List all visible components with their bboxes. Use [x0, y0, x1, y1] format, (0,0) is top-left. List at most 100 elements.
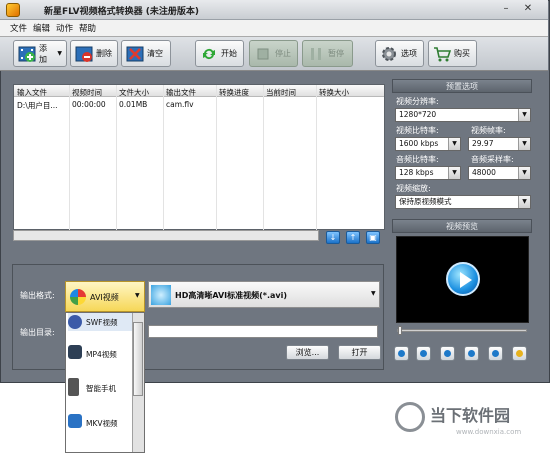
swf-icon [68, 315, 82, 329]
add-button[interactable]: 添加 ▼ [13, 40, 67, 67]
profile-value: HD高清晰AVI标准视频(*.avi) [175, 291, 288, 300]
stop-button[interactable]: 停止 [249, 40, 298, 67]
scale-select[interactable]: 保持原视频模式 ▼ [395, 195, 531, 209]
audio-bitrate-label: 音频比特率: [396, 155, 439, 164]
volume-icon[interactable] [464, 346, 479, 361]
table-cell[interactable]: 0.01MB [119, 100, 147, 109]
browse-button[interactable]: 浏览... [286, 345, 329, 360]
menu-edit[interactable]: 编辑 [33, 22, 50, 34]
minimize-icon[interactable]: – [498, 3, 514, 16]
film-delete-icon [75, 46, 93, 62]
samplerate-label: 音频采样率: [471, 155, 514, 164]
menu-help[interactable]: 帮助 [79, 22, 96, 34]
framerate-label: 视频帧率: [471, 126, 506, 135]
player-stop-icon[interactable] [440, 346, 455, 361]
audio-bitrate-value: 128 kbps [399, 168, 434, 177]
framerate-select[interactable]: 29.97 ▼ [468, 137, 531, 151]
output-dir-input[interactable] [148, 325, 378, 338]
menu-action[interactable]: 动作 [56, 22, 73, 34]
video-bitrate-select[interactable]: 1600 kbps ▼ [395, 137, 461, 151]
resolution-select[interactable]: 1280*720 ▼ [395, 108, 531, 122]
column-header[interactable]: 输入文件 [17, 87, 47, 98]
snapshot-icon[interactable] [488, 346, 503, 361]
file-list[interactable]: 输入文件 视频时间 文件大小 输出文件 转换进度 当前时间 转换大小 D:\用户… [13, 84, 385, 231]
start-button[interactable]: 开始 [195, 40, 244, 67]
copy-icon[interactable]: ▣ [366, 231, 380, 244]
audio-bitrate-select[interactable]: 128 kbps ▼ [395, 166, 461, 180]
dropdown-item-mp4[interactable]: MP4视频 [68, 345, 132, 363]
delete-button[interactable]: 删除 [70, 40, 118, 67]
clear-button[interactable]: 清空 [121, 40, 171, 67]
output-format-label: 输出格式: [20, 291, 55, 300]
preview-panel-header: 视频预览 [392, 219, 532, 233]
app-icon [6, 3, 20, 17]
dropdown-scroll-thumb[interactable] [133, 322, 143, 396]
buy-button[interactable]: 购买 [428, 40, 477, 67]
seek-slider[interactable] [397, 329, 527, 332]
open-button[interactable]: 打开 [338, 345, 381, 360]
close-icon[interactable]: ✕ [520, 3, 536, 16]
options-button-label: 选项 [401, 49, 417, 58]
watermark-logo-icon [395, 402, 425, 432]
menu-file[interactable]: 文件 [10, 22, 27, 34]
column-divider [263, 85, 264, 231]
samplerate-select[interactable]: 48000 ▼ [468, 166, 531, 180]
buy-button-label: 购买 [454, 49, 470, 58]
table-cell[interactable]: D:\用户目... [17, 100, 57, 111]
window-title: 新星FLV视频格式转换器 (未注册版本) [44, 7, 199, 17]
profile-select[interactable]: HD高清晰AVI标准视频(*.avi) ▼ [148, 281, 380, 308]
column-header[interactable]: 转换大小 [319, 87, 349, 98]
format-value: AVI视频 [90, 293, 119, 302]
arrow-down-icon[interactable]: ↓ [326, 231, 340, 244]
resolution-label: 视频分辨率: [396, 97, 439, 106]
column-header[interactable]: 文件大小 [119, 87, 149, 98]
table-cell[interactable]: cam.flv [166, 100, 194, 109]
column-header[interactable]: 输出文件 [166, 87, 196, 98]
dropdown-item-mkv[interactable]: MKV视频 [68, 414, 132, 432]
column-divider [69, 85, 70, 231]
options-button[interactable]: 选项 [375, 40, 424, 67]
seek-slider-thumb[interactable] [398, 326, 402, 335]
refresh-icon [203, 48, 215, 59]
player-pause-icon[interactable] [416, 346, 431, 361]
start-button-label: 开始 [221, 49, 237, 58]
player-play-icon[interactable] [394, 346, 409, 361]
phone-icon [68, 378, 79, 396]
dropdown-item-label: MP4视频 [86, 350, 117, 359]
column-header[interactable]: 当前时间 [266, 87, 296, 98]
column-header[interactable]: 转换进度 [219, 87, 249, 98]
scale-label: 视频缩放: [396, 184, 431, 193]
dropdown-item-label: SWF视频 [86, 318, 118, 327]
profile-icon [151, 285, 171, 305]
dropdown-item-swf[interactable]: SWF视频 [68, 313, 132, 331]
gear-icon [382, 46, 396, 61]
folder-icon[interactable] [512, 346, 527, 361]
mkv-icon [68, 414, 82, 428]
dropdown-item-label: 智能手机 [86, 384, 116, 393]
pause-button[interactable]: 暂停 [302, 40, 353, 67]
video-bitrate-value: 1600 kbps [399, 139, 439, 148]
chevron-down-icon: ▼ [518, 196, 530, 208]
samplerate-value: 48000 [472, 168, 496, 177]
horizontal-scrollbar[interactable] [13, 230, 319, 241]
arrow-up-icon[interactable]: ↑ [346, 231, 360, 244]
output-dir-label: 输出目录: [20, 328, 55, 337]
chevron-down-icon: ▼ [518, 138, 530, 150]
chevron-down-icon: ▼ [518, 109, 530, 121]
chevron-down-icon: ▼ [518, 167, 530, 179]
preset-panel-header: 预置选项 [392, 79, 532, 93]
stop-icon [257, 48, 269, 59]
film-clear-icon [126, 46, 144, 61]
column-divider [216, 85, 217, 231]
column-header[interactable]: 视频时间 [72, 87, 102, 98]
chevron-down-icon: ▼ [371, 290, 376, 297]
column-divider [116, 85, 117, 231]
dropdown-item-phone[interactable]: 智能手机 [68, 378, 132, 398]
chevron-down-icon: ▼ [448, 138, 460, 150]
framerate-value: 29.97 [472, 139, 494, 148]
delete-button-label: 删除 [96, 49, 112, 58]
stop-button-label: 停止 [275, 49, 291, 58]
table-cell[interactable]: 00:00:00 [72, 100, 106, 109]
format-select[interactable]: AVI视频 ▼ [65, 281, 145, 312]
clear-button-label: 清空 [147, 49, 163, 58]
